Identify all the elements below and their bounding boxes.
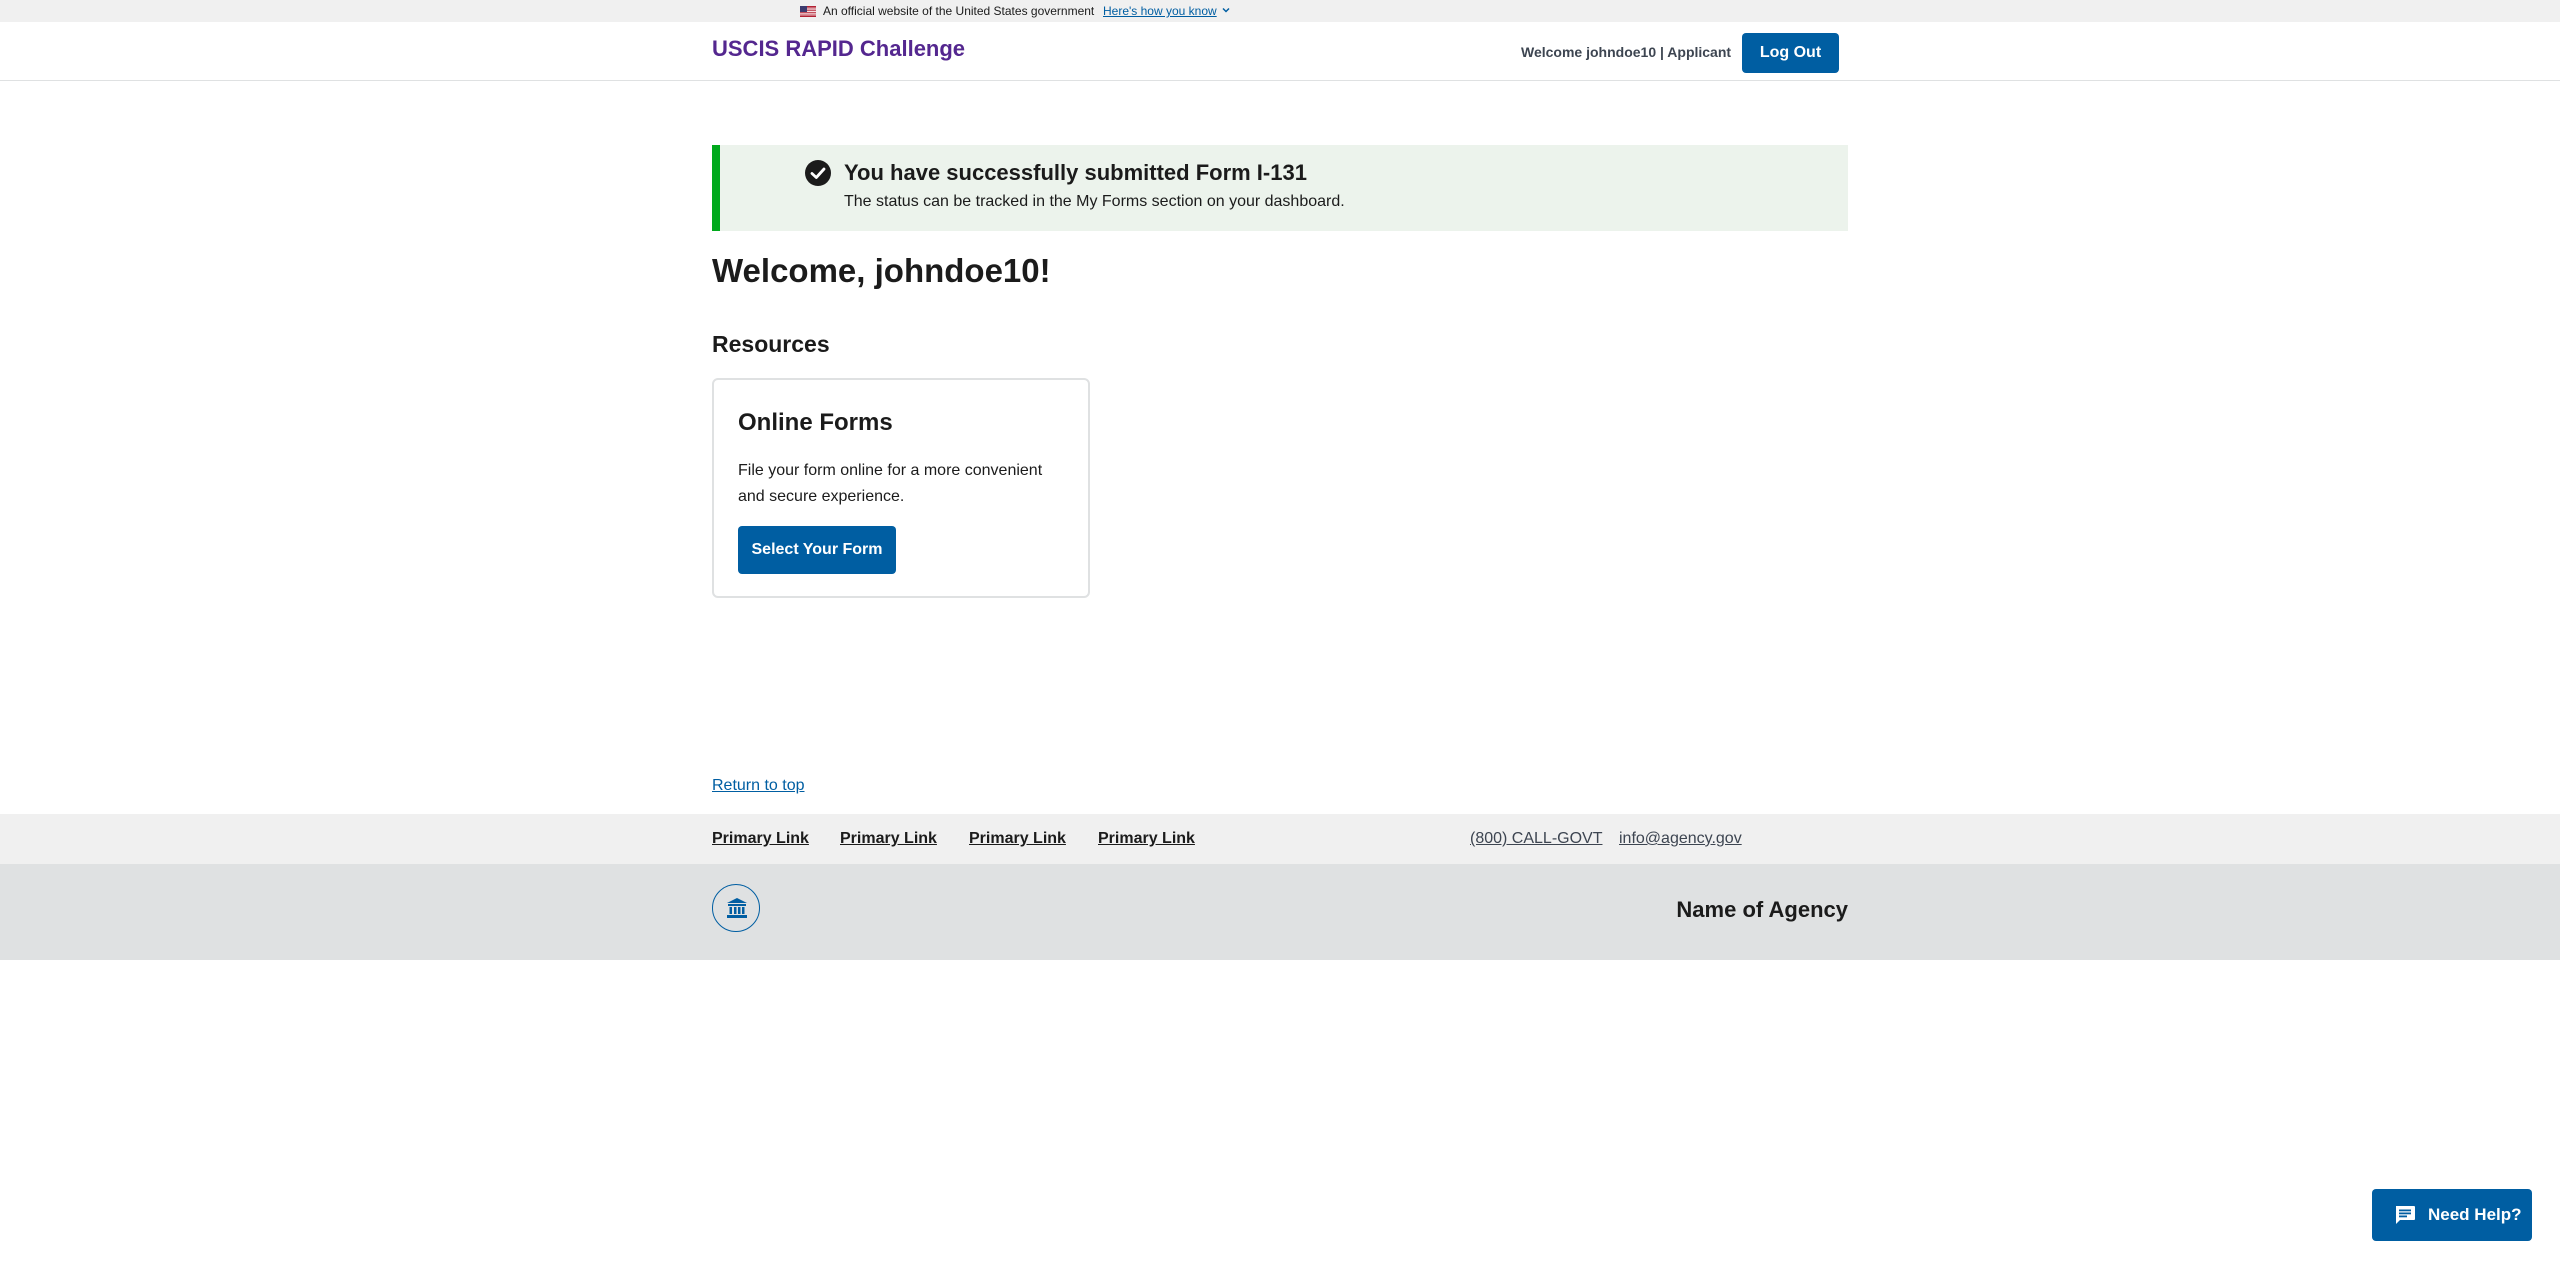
building-icon (727, 898, 747, 918)
select-your-form-button[interactable]: Select Your Form (738, 526, 896, 574)
footer-primary-link[interactable]: Primary Link (969, 829, 1066, 849)
check-circle-icon (805, 160, 831, 186)
welcome-user-text: Welcome johndoe10 | Applicant (1521, 44, 1732, 60)
chat-icon (2396, 1206, 2415, 1224)
agency-logo (712, 884, 760, 932)
footer-primary-link[interactable]: Primary Link (840, 829, 937, 849)
need-help-button[interactable]: Need Help? (2372, 1189, 2532, 1241)
resources-heading: Resources (712, 331, 830, 357)
card-title: Online Forms (738, 409, 893, 436)
success-alert: You have successfully submitted Form I-1… (712, 145, 1848, 231)
agency-name: Name of Agency (1676, 897, 1848, 922)
online-forms-card: Online Forms File your form online for a… (712, 378, 1090, 598)
gov-banner-text: An official website of the United States… (823, 4, 1095, 18)
footer-email-link[interactable]: info@agency.gov (1619, 829, 1742, 849)
us-flag-icon (800, 6, 816, 17)
footer-secondary: Name of Agency (0, 864, 2560, 960)
gov-banner: An official website of the United States… (0, 0, 2560, 22)
return-to-top-link[interactable]: Return to top (712, 776, 805, 796)
chevron-down-icon[interactable] (1221, 5, 1231, 15)
heres-how-you-know-link[interactable]: Here's how you know (1103, 4, 1217, 18)
footer-primary-link[interactable]: Primary Link (1098, 829, 1195, 849)
need-help-label: Need Help? (2428, 1205, 2522, 1224)
log-out-button[interactable]: Log Out (1742, 33, 1839, 73)
site-header: USCIS RAPID Challenge Welcome johndoe10 … (0, 22, 2560, 81)
footer-primary-link[interactable]: Primary Link (712, 829, 809, 849)
site-title[interactable]: USCIS RAPID Challenge (712, 36, 965, 62)
footer-primary: Primary Link Primary Link Primary Link P… (0, 814, 2560, 864)
footer-phone-link[interactable]: (800) CALL-GOVT (1470, 829, 1602, 849)
alert-heading: You have successfully submitted Form I-1… (844, 160, 1307, 185)
card-text: File your form online for a more conveni… (738, 462, 1043, 505)
page-title: Welcome, johndoe10! (712, 252, 1051, 289)
alert-body: The status can be tracked in the My Form… (844, 193, 1345, 210)
